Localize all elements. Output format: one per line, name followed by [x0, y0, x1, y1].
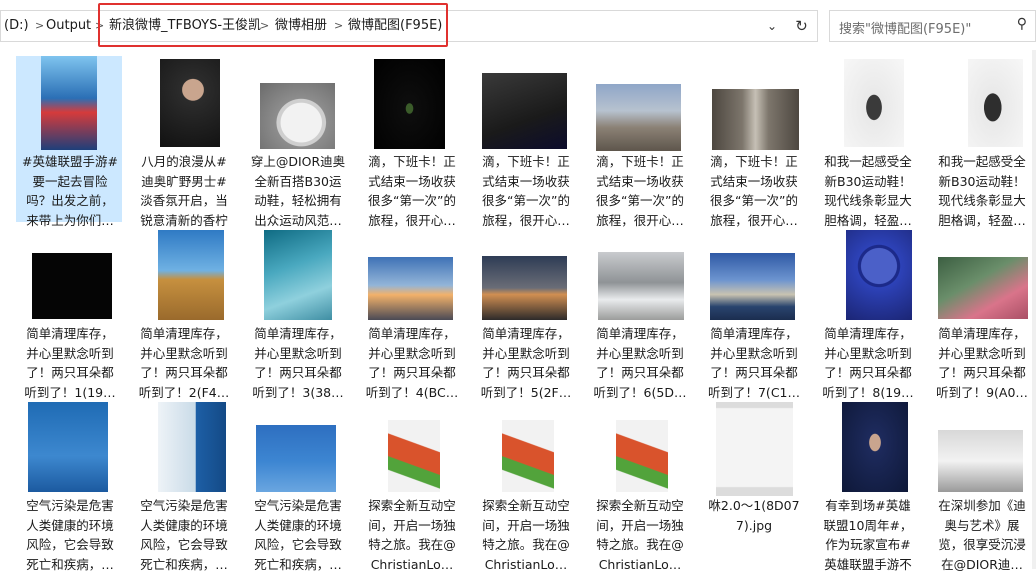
file-thumbnail: [938, 257, 1028, 319]
file-item[interactable]: #英雄联盟手游#要一起去冒险吗？出发之前，来带上为你们…: [16, 56, 122, 228]
file-thumbnail: [968, 59, 1023, 147]
file-name: 简单清理库存，并心里默念听到了！两只耳朵都听到了！2(F4…: [138, 326, 230, 400]
file-name: 空气污染是危害人类健康的环境风险，它会导致死亡和疾病，…: [254, 498, 342, 572]
file-name: 有幸到场#英雄联盟10周年#，作为玩家宣布#英雄联盟手游不删…: [823, 498, 913, 572]
file-item[interactable]: 简单清理库存，并心里默念听到了！两只耳朵都听到了！7(C1…: [700, 228, 806, 400]
file-name: 滴，下班卡！正式结束一场收获很多“第一次”的旅程，很开心…: [368, 154, 456, 228]
file-thumbnail: [158, 402, 226, 492]
file-item[interactable]: 在深圳参加《迪奥与艺术》展览，很享受沉浸在@DIOR迪…: [928, 400, 1034, 572]
file-item[interactable]: 空气污染是危害人类健康的环境风险，它会导致死亡和疾病，…: [244, 400, 350, 572]
file-item[interactable]: 简单清理库存，并心里默念听到了！两只耳朵都听到了！6(5D…: [586, 228, 692, 400]
file-item[interactable]: 八月的浪漫从#迪奥旷野男士#淡香氛开启，当锐意清新的香柠檬…: [130, 56, 236, 228]
file-thumbnail: [482, 73, 567, 149]
file-name: 探索全新互动空间，开启一场独特之旅。我在@ChristianLo…: [596, 498, 684, 572]
file-item[interactable]: 穿上@DIOR迪奥全新百搭B30运动鞋，轻松拥有出众运动风范…: [244, 56, 350, 228]
file-name: 在深圳参加《迪奥与艺术》展览，很享受沉浸在@DIOR迪…: [938, 498, 1026, 572]
file-name: 简单清理库存，并心里默念听到了！两只耳朵都听到了！8(19…: [822, 326, 914, 400]
file-thumbnail: [41, 56, 97, 150]
file-name: 滴，下班卡！正式结束一场收获很多“第一次”的旅程，很开心…: [710, 154, 798, 228]
file-name: 简单清理库存，并心里默念听到了！两只耳朵都听到了！6(5D…: [593, 326, 687, 400]
file-item[interactable]: 简单清理库存，并心里默念听到了！两只耳朵都听到了！9(A0…: [928, 228, 1034, 400]
scrollbar[interactable]: [1032, 50, 1036, 569]
search-input[interactable]: 搜索"微博配图(F95E)" ⚲: [829, 10, 1036, 42]
file-name: 简单清理库存，并心里默念听到了！两只耳朵都听到了！1(19…: [24, 326, 116, 400]
file-thumbnail: [842, 402, 908, 492]
file-thumbnail: [482, 256, 567, 320]
file-name: 咻2.0～1(8D077).jpg: [708, 498, 800, 533]
file-name: 简单清理库存，并心里默念听到了！两只耳朵都听到了！3(38…: [252, 326, 344, 400]
file-thumbnail: [844, 59, 904, 147]
file-name: 和我一起感受全新B30运动鞋！现代线条彰显大胆格调，轻盈…: [824, 154, 912, 228]
file-thumbnail: [388, 420, 440, 492]
file-thumbnail: [616, 420, 668, 492]
file-item[interactable]: 简单清理库存，并心里默念听到了！两只耳朵都听到了！5(2F…: [472, 228, 578, 400]
file-name: 八月的浪漫从#迪奥旷野男士#淡香氛开启，当锐意清新的香柠檬…: [140, 154, 228, 228]
file-thumbnail: [846, 230, 912, 320]
file-item[interactable]: 滴，下班卡！正式结束一场收获很多“第一次”的旅程，很开心…: [700, 56, 806, 228]
file-name: 探索全新互动空间，开启一场独特之旅。我在@ChristianLo…: [482, 498, 570, 572]
search-icon: ⚲: [1016, 16, 1027, 32]
file-item[interactable]: 简单清理库存，并心里默念听到了！两只耳朵都听到了！1(19…: [16, 228, 122, 400]
file-name: 探索全新互动空间，开启一场独特之旅。我在@ChristianLo…: [368, 498, 456, 572]
file-name: 滴，下班卡！正式结束一场收获很多“第一次”的旅程，很开心…: [596, 154, 684, 228]
search-placeholder: 搜索"微博配图(F95E)": [839, 22, 972, 37]
file-item[interactable]: 探索全新互动空间，开启一场独特之旅。我在@ChristianLo…: [358, 400, 464, 572]
file-item[interactable]: 和我一起感受全新B30运动鞋！现代线条彰显大胆格调，轻盈…: [814, 56, 920, 228]
file-name: 简单清理库存，并心里默念听到了！两只耳朵都听到了！7(C1…: [707, 326, 800, 400]
file-thumbnail: [368, 257, 453, 320]
file-item[interactable]: 空气污染是危害人类健康的环境风险，它会导致死亡和疾病，…: [16, 400, 122, 572]
file-thumbnail: [716, 402, 793, 496]
file-item[interactable]: 有幸到场#英雄联盟10周年#，作为玩家宣布#英雄联盟手游不删…: [814, 400, 920, 572]
file-name: 滴，下班卡！正式结束一场收获很多“第一次”的旅程，很开心…: [482, 154, 570, 228]
file-item[interactable]: 简单清理库存，并心里默念听到了！两只耳朵都听到了！3(38…: [244, 228, 350, 400]
file-item[interactable]: 空气污染是危害人类健康的环境风险，它会导致死亡和疾病，…: [130, 400, 236, 572]
chevron-right-icon: >: [35, 19, 45, 32]
file-item[interactable]: 咻2.0～1(8D077).jpg: [700, 400, 806, 566]
breadcrumb-drive[interactable]: (D:): [4, 11, 29, 41]
file-thumbnail: [32, 253, 112, 319]
file-thumbnail: [596, 84, 681, 151]
file-name: 简单清理库存，并心里默念听到了！两只耳朵都听到了！9(A0…: [936, 326, 1028, 400]
chevron-down-icon[interactable]: ⌄: [759, 11, 785, 41]
file-thumbnail: [938, 430, 1023, 492]
file-item[interactable]: 滴，下班卡！正式结束一场收获很多“第一次”的旅程，很开心…: [472, 56, 578, 228]
file-thumbnail: [374, 59, 445, 149]
file-item[interactable]: 滴，下班卡！正式结束一场收获很多“第一次”的旅程，很开心…: [358, 56, 464, 228]
file-name: 和我一起感受全新B30运动鞋！现代线条彰显大胆格调，轻盈…: [938, 154, 1026, 228]
file-thumbnail: [502, 420, 554, 492]
refresh-icon[interactable]: ↻: [786, 10, 818, 42]
file-thumbnail: [710, 253, 795, 320]
file-thumbnail: [160, 59, 220, 147]
file-thumbnail: [260, 83, 335, 149]
file-name: #英雄联盟手游#要一起去冒险吗？出发之前，来带上为你们…: [22, 154, 118, 228]
file-name: 穿上@DIOR迪奥全新百搭B30运动鞋，轻松拥有出众运动风范…: [250, 154, 346, 228]
file-name: 简单清理库存，并心里默念听到了！两只耳朵都听到了！4(BC…: [365, 326, 459, 400]
file-name: 空气污染是危害人类健康的环境风险，它会导致死亡和疾病，…: [26, 498, 114, 572]
file-thumbnail: [28, 402, 108, 492]
file-thumbnail: [256, 425, 336, 492]
file-thumbnail: [158, 230, 224, 320]
file-thumbnail: [264, 230, 332, 320]
breadcrumb-output[interactable]: Output: [46, 11, 91, 41]
file-thumbnail: [598, 252, 684, 320]
file-item[interactable]: 简单清理库存，并心里默念听到了！两只耳朵都听到了！8(19…: [814, 228, 920, 400]
file-item[interactable]: 探索全新互动空间，开启一场独特之旅。我在@ChristianLo…: [472, 400, 578, 572]
highlight-box: [98, 3, 448, 47]
file-thumbnail: [712, 89, 799, 150]
file-item[interactable]: 简单清理库存，并心里默念听到了！两只耳朵都听到了！4(BC…: [358, 228, 464, 400]
file-item[interactable]: 简单清理库存，并心里默念听到了！两只耳朵都听到了！2(F4…: [130, 228, 236, 400]
file-name: 简单清理库存，并心里默念听到了！两只耳朵都听到了！5(2F…: [480, 326, 572, 400]
file-item[interactable]: 滴，下班卡！正式结束一场收获很多“第一次”的旅程，很开心…: [586, 56, 692, 228]
file-item[interactable]: 探索全新互动空间，开启一场独特之旅。我在@ChristianLo…: [586, 400, 692, 572]
file-name: 空气污染是危害人类健康的环境风险，它会导致死亡和疾病，…: [140, 498, 228, 572]
file-item[interactable]: 和我一起感受全新B30运动鞋！现代线条彰显大胆格调，轻盈…: [928, 56, 1034, 228]
